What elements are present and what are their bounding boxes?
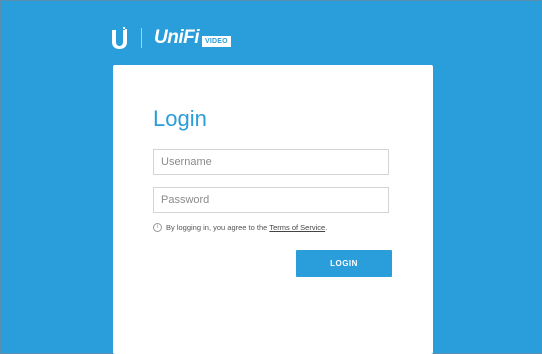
brand-divider (141, 28, 142, 48)
login-button[interactable]: LOGIN (296, 250, 392, 277)
brand-header: UniFi VIDEO (112, 26, 231, 50)
terms-of-service-link[interactable]: Terms of Service (269, 223, 325, 232)
ubiquiti-u-logo-icon (112, 27, 127, 49)
product-suffix-badge: VIDEO (202, 35, 231, 47)
login-card: Login i By logging in, you agree to the … (113, 65, 433, 354)
username-input[interactable] (153, 149, 389, 175)
terms-notice-period: . (325, 223, 328, 232)
terms-notice-text: By logging in, you agree to the (166, 223, 268, 232)
terms-notice: i By logging in, you agree to the Terms … (153, 223, 327, 232)
product-name: UniFi (154, 27, 200, 48)
login-title: Login (153, 106, 207, 131)
info-icon: i (153, 223, 162, 232)
password-input[interactable] (153, 187, 389, 213)
